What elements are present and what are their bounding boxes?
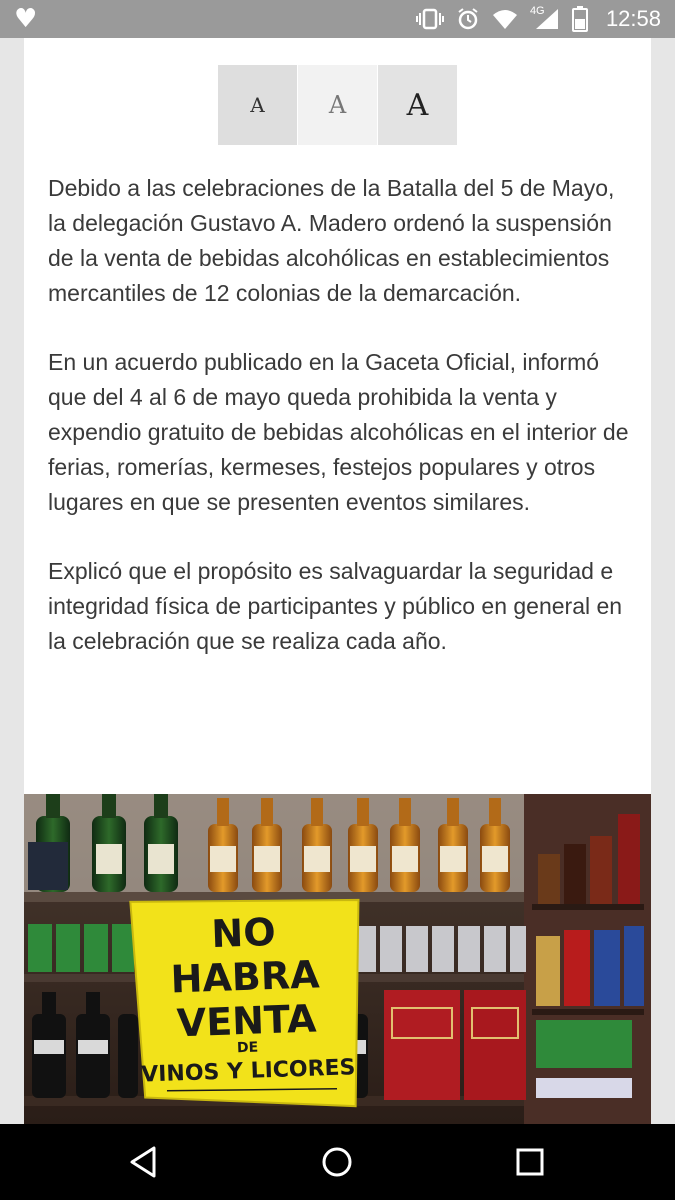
sign-line: NO: [211, 910, 277, 956]
article-paragraph: Explicó que el propósito es salvaguardar…: [48, 558, 623, 654]
article-paragraph: Debido a las celebraciones de la Batalla…: [48, 175, 615, 306]
font-size-medium-button[interactable]: A: [298, 65, 377, 145]
back-icon[interactable]: [124, 1142, 164, 1182]
article-paragraph: En un acuerdo publicado en la Gaceta Ofi…: [48, 349, 629, 515]
cabinet-bottles: [536, 814, 644, 1098]
article-card: A A A Debido a las celebraciones de la B…: [24, 38, 651, 1124]
status-bar: ♥ 4G 12:58: [0, 0, 675, 38]
battery-icon: [571, 6, 588, 32]
font-size-controls: A A A: [218, 65, 458, 145]
green-bottles: [28, 794, 178, 892]
font-size-small-button[interactable]: A: [218, 65, 297, 145]
wifi-icon: [492, 10, 517, 29]
vibrate-icon: [415, 8, 444, 30]
home-icon[interactable]: [317, 1142, 357, 1182]
alarm-icon: [458, 8, 478, 30]
no-sale-sign: NO HABRA VENTA DE VINOS Y LICORES: [129, 898, 360, 1108]
red-boxes: [384, 990, 526, 1100]
clock: 12:58: [605, 6, 661, 31]
font-size-large-button[interactable]: A: [378, 65, 457, 145]
liquor-shelf-photo: NO HABRA VENTA DE VINOS Y LICORES: [24, 794, 651, 1124]
sign-line: VENTA: [176, 996, 318, 1045]
status-icons: 4G 12:58: [415, 0, 661, 38]
heart-icon: ♥: [14, 4, 38, 34]
recents-icon[interactable]: [510, 1142, 550, 1182]
signal-icon: [535, 9, 558, 29]
navigation-bar: [0, 1124, 675, 1200]
sign-line: DE: [237, 1040, 259, 1057]
article-body: Debido a las celebraciones de la Batalla…: [48, 171, 638, 693]
sign-line: HABRA: [170, 952, 321, 1001]
article-photo[interactable]: NO HABRA VENTA DE VINOS Y LICORES: [24, 794, 651, 1124]
